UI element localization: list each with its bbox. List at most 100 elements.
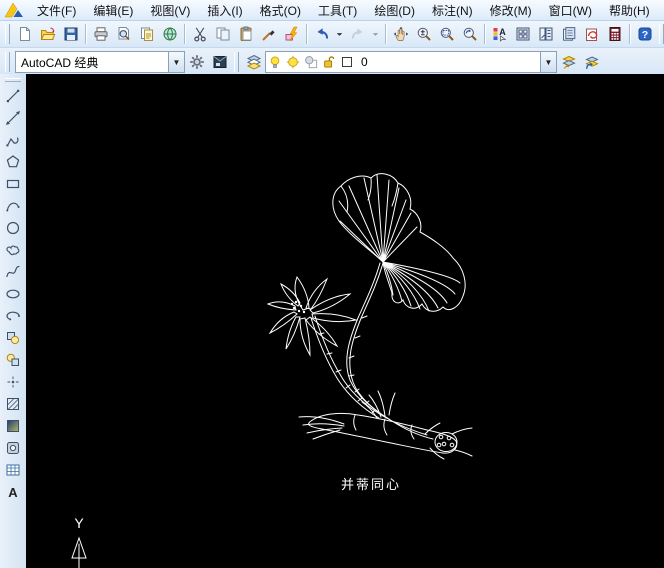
block-editor-icon	[284, 26, 300, 42]
undo-dropdown-button[interactable]	[333, 23, 346, 46]
menu-draw[interactable]: 绘图(D)	[366, 1, 423, 20]
pan-realtime-button[interactable]	[389, 23, 412, 46]
redo-dropdown-button[interactable]	[369, 23, 382, 46]
undo-button[interactable]	[310, 23, 333, 46]
tool-palettes-button[interactable]	[534, 23, 557, 46]
spline-icon	[5, 264, 21, 280]
draw-revision-cloud-button[interactable]	[2, 239, 24, 261]
layer-on-toggle-button[interactable]	[266, 53, 284, 71]
sheet-set-icon	[561, 26, 577, 42]
layer-properties-manager-button[interactable]	[242, 51, 265, 74]
menu-format[interactable]: 格式(O)	[252, 1, 309, 20]
open-file-icon	[40, 26, 56, 42]
plot-button[interactable]	[89, 23, 112, 46]
layer-previous-button[interactable]	[580, 51, 603, 74]
save-button[interactable]	[59, 23, 82, 46]
toolbar-grip[interactable]	[234, 52, 239, 72]
redo-button[interactable]	[346, 23, 369, 46]
draw-multiline-text-button[interactable]	[2, 481, 24, 503]
drawing-area[interactable]: 并蒂同心 Y	[26, 74, 664, 568]
paste-button[interactable]	[234, 23, 257, 46]
menu-window[interactable]: 窗口(W)	[541, 1, 600, 20]
menu-view[interactable]: 视图(V)	[142, 1, 198, 20]
draw-hatch-button[interactable]	[2, 393, 24, 415]
workspace-combo-value: AutoCAD 经典	[21, 55, 99, 70]
toolbar-grip[interactable]	[5, 78, 21, 82]
draw-ellipse-button[interactable]	[2, 283, 24, 305]
leaf-fold-lines	[340, 177, 399, 213]
layer-lock-toggle-button[interactable]	[320, 53, 338, 71]
make-current-icon	[561, 54, 577, 70]
save-workspace-button[interactable]	[208, 51, 231, 74]
draw-polygon-button[interactable]	[2, 151, 24, 173]
zoom-realtime-button[interactable]	[412, 23, 435, 46]
draw-line-button[interactable]	[2, 85, 24, 107]
help-button[interactable]	[633, 23, 656, 46]
make-block-button[interactable]	[2, 349, 24, 371]
draw-spline-button[interactable]	[2, 261, 24, 283]
markup-set-manager-button[interactable]	[580, 23, 603, 46]
hatch-icon	[5, 396, 21, 412]
polyline-icon	[5, 132, 21, 148]
draw-region-button[interactable]	[2, 437, 24, 459]
designcenter-icon	[515, 26, 531, 42]
layer-combo[interactable]: 0 ▼	[265, 51, 557, 73]
layer-manager-button-wrap	[242, 51, 265, 74]
circle-icon	[5, 220, 21, 236]
draw-arc-button[interactable]	[2, 195, 24, 217]
paste-icon	[238, 26, 254, 42]
layer-viewport-freeze-toggle-button[interactable]	[302, 53, 320, 71]
make-object-layer-current-button[interactable]	[557, 51, 580, 74]
designcenter-button[interactable]	[511, 23, 534, 46]
match-properties-button[interactable]	[257, 23, 280, 46]
layer-thaw-toggle-button[interactable]	[284, 53, 302, 71]
draw-construction-line-button[interactable]	[2, 107, 24, 129]
autocad-logo-icon[interactable]	[4, 2, 24, 18]
toolbar-grip[interactable]	[5, 24, 10, 44]
copy-button[interactable]	[211, 23, 234, 46]
publish-button[interactable]	[135, 23, 158, 46]
layer-color-swatch-button[interactable]	[338, 53, 356, 71]
zoom-window-icon	[439, 26, 455, 42]
plot-preview-button[interactable]	[112, 23, 135, 46]
draw-ellipse-arc-button[interactable]	[2, 305, 24, 327]
draw-point-button[interactable]	[2, 371, 24, 393]
tool-palettes-icon	[538, 26, 554, 42]
menu-dimension[interactable]: 标注(N)	[424, 1, 481, 20]
draw-circle-button[interactable]	[2, 217, 24, 239]
layer-toolbar-right-buttons	[557, 51, 603, 74]
draw-toolbar-buttons	[0, 85, 26, 503]
menu-file[interactable]: 文件(F)	[29, 1, 84, 20]
chevron-down-icon[interactable]: ▼	[168, 52, 184, 72]
toolbar-grip[interactable]	[659, 24, 664, 44]
secondary-toolbar-row: AutoCAD 经典 ▼ 0 ▼	[0, 48, 664, 77]
quickcalc-button[interactable]	[603, 23, 626, 46]
menu-tools[interactable]: 工具(T)	[310, 1, 365, 20]
open-file-button[interactable]	[36, 23, 59, 46]
chevron-down-icon[interactable]: ▼	[540, 52, 556, 72]
sheet-set-manager-button[interactable]	[557, 23, 580, 46]
menu-modify[interactable]: 修改(M)	[482, 1, 540, 20]
toolbar-grip[interactable]	[5, 52, 10, 72]
draw-table-button[interactable]	[2, 459, 24, 481]
insert-block-button[interactable]	[2, 327, 24, 349]
draw-polyline-button[interactable]	[2, 129, 24, 151]
draw-rectangle-button[interactable]	[2, 173, 24, 195]
cut-button[interactable]	[188, 23, 211, 46]
workspace-combo[interactable]: AutoCAD 经典 ▼	[15, 51, 185, 73]
new-file-button[interactable]	[13, 23, 36, 46]
toolbar-separator	[85, 24, 86, 44]
unlock-icon	[322, 55, 336, 69]
workspace-settings-button[interactable]	[185, 51, 208, 74]
etransmit-button[interactable]	[158, 23, 181, 46]
zoom-previous-button[interactable]	[458, 23, 481, 46]
insert-block-icon	[5, 330, 21, 346]
zoom-window-button[interactable]	[435, 23, 458, 46]
properties-palette-button[interactable]	[488, 23, 511, 46]
block-editor-button[interactable]	[280, 23, 303, 46]
menu-edit[interactable]: 编辑(E)	[85, 1, 141, 20]
menu-help[interactable]: 帮助(H)	[601, 1, 658, 20]
draw-gradient-button[interactable]	[2, 415, 24, 437]
menu-insert[interactable]: 插入(I)	[199, 1, 250, 20]
rectangle-icon	[5, 176, 21, 192]
